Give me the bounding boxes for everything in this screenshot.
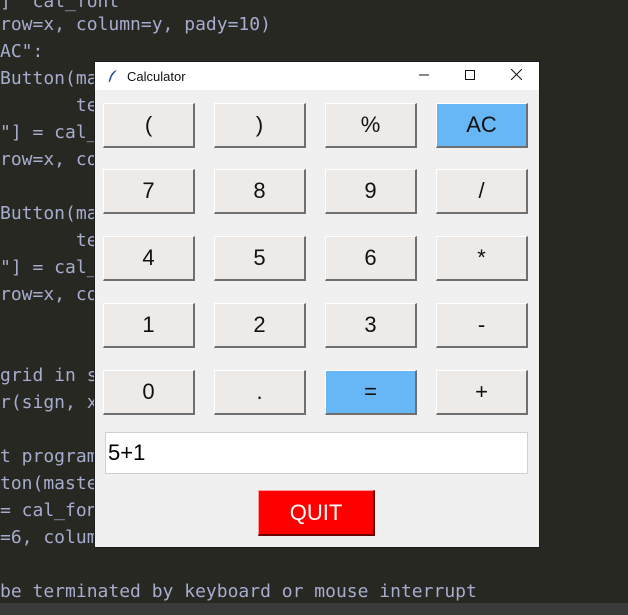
digit-6-button[interactable]: 6	[325, 236, 417, 281]
add-button[interactable]: +	[436, 370, 528, 415]
code-line: AC":	[0, 41, 44, 62]
title-bar[interactable]: Calculator	[95, 62, 539, 90]
feather-icon	[105, 68, 121, 84]
percent-button[interactable]: %	[325, 103, 417, 148]
equals-button[interactable]: =	[325, 370, 417, 415]
digit-7-button[interactable]: 7	[103, 169, 195, 214]
digit-8-button[interactable]: 8	[214, 169, 306, 214]
code-line: r(sign, x	[0, 392, 98, 413]
close-icon	[510, 67, 522, 85]
minimize-icon	[419, 67, 429, 85]
code-line: t program	[0, 446, 98, 467]
maximize-icon	[465, 67, 475, 85]
minimize-button[interactable]	[401, 62, 447, 90]
digit-4-button[interactable]: 4	[103, 236, 195, 281]
quit-button[interactable]: QUIT	[258, 490, 375, 536]
editor-status-strip	[0, 603, 628, 615]
decimal-button[interactable]: .	[214, 370, 306, 415]
close-paren-button[interactable]: )	[214, 103, 306, 148]
digit-1-button[interactable]: 1	[103, 303, 195, 348]
maximize-button[interactable]	[447, 62, 493, 90]
code-line: = cal_fon	[0, 500, 98, 521]
code-line: "] = cal_	[0, 257, 98, 278]
calculator-window: Calculator ( ) % AC 7 8 9 / 4 5 6 * 1 2 …	[95, 62, 539, 547]
digit-2-button[interactable]: 2	[214, 303, 306, 348]
digit-9-button[interactable]: 9	[325, 169, 417, 214]
calculator-display-input[interactable]: 5+1	[105, 432, 528, 474]
code-line: grid in s	[0, 365, 98, 386]
code-line: row=x, co	[0, 149, 98, 170]
digit-5-button[interactable]: 5	[214, 236, 306, 281]
open-paren-button[interactable]: (	[103, 103, 195, 148]
code-line: row=x, column=y, pady=10)	[0, 14, 271, 35]
divide-button[interactable]: /	[436, 169, 528, 214]
code-line: be terminated by keyboard or mouse inter…	[0, 581, 477, 602]
code-line: =6, colum	[0, 527, 98, 548]
close-button[interactable]	[493, 62, 539, 90]
code-line: row=x, co	[0, 284, 98, 305]
window-title: Calculator	[127, 68, 186, 84]
multiply-button[interactable]: *	[436, 236, 528, 281]
all-clear-button[interactable]: AC	[436, 103, 528, 148]
digit-0-button[interactable]: 0	[103, 370, 195, 415]
digit-3-button[interactable]: 3	[325, 303, 417, 348]
code-line: "] = cal_	[0, 122, 98, 143]
subtract-button[interactable]: -	[436, 303, 528, 348]
